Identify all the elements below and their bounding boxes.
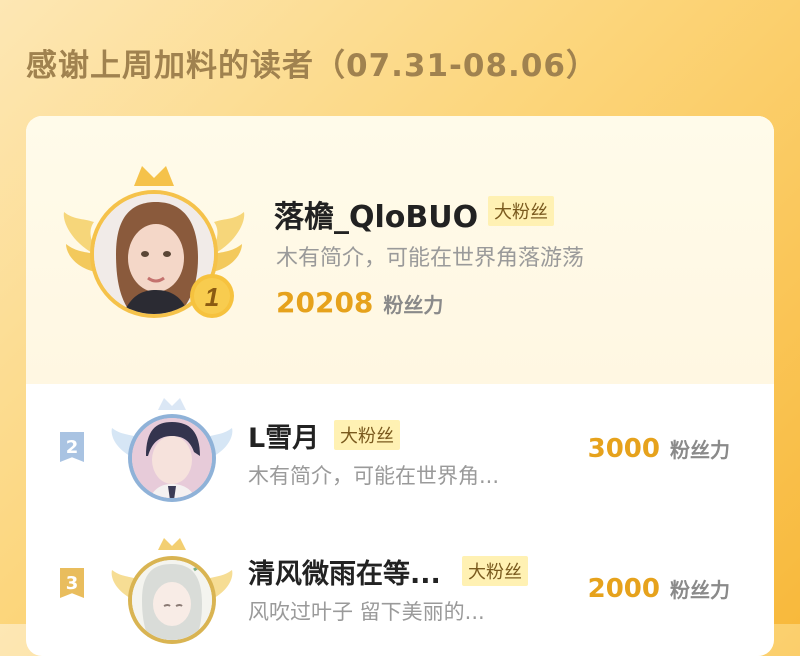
reader-row-2[interactable]: 2 L雪月 大粉丝 木有简介，可能在世界角... 3000 粉丝力 — [26, 386, 774, 516]
reader-2-score-value: 3000 — [587, 434, 660, 464]
reader-1-name[interactable]: 落檐_QloBUO — [274, 192, 478, 236]
reader-3-avatar-group[interactable] — [102, 524, 242, 652]
reader-2-score-unit: 粉丝力 — [670, 438, 730, 462]
winged-crown-frame-icon — [111, 538, 233, 644]
reader-3-score-value: 2000 — [587, 574, 660, 604]
reader-2-name[interactable]: L雪月 — [248, 416, 319, 455]
reader-1-fan-badge: 大粉丝 — [488, 196, 554, 226]
winged-crown-frame-icon: 1 — [63, 166, 245, 318]
reader-3-score: 2000 粉丝力 — [588, 574, 730, 604]
reader-1-score: 20208 粉丝力 — [276, 286, 443, 319]
reader-3-name[interactable]: 清风微雨在等... — [248, 552, 441, 591]
reader-ranking-card: 1 落檐_QloBUO 大粉丝 木有简介，可能在世界角落游荡 20208 粉丝力 … — [26, 116, 774, 656]
reader-3-bio: 风吹过叶子 留下美丽的... — [248, 600, 485, 624]
reader-3-fan-badge: 大粉丝 — [462, 556, 528, 586]
reader-2-fan-badge: 大粉丝 — [334, 420, 400, 450]
reader-1-score-value: 20208 — [276, 286, 374, 319]
reader-3-score-unit: 粉丝力 — [670, 578, 730, 602]
reader-1-score-unit: 粉丝力 — [383, 293, 444, 317]
reader-1-avatar-group[interactable]: 1 — [60, 162, 248, 332]
page-title: 感谢上周加料的读者（07.31-08.06） — [26, 48, 598, 84]
reader-2-avatar-group[interactable] — [102, 396, 242, 506]
reader-row-3[interactable]: 3 清风微雨在等... 大粉丝 风吹过叶子 留下美丽的... 2000 粉丝力 — [26, 522, 774, 652]
reader-1-bio: 木有简介，可能在世界角落游荡 — [276, 246, 585, 271]
winged-frame-icon — [111, 398, 233, 502]
reader-2-bio: 木有简介，可能在世界角... — [248, 464, 500, 488]
top-reader-section[interactable]: 1 落檐_QloBUO 大粉丝 木有简介，可能在世界角落游荡 20208 粉丝力 — [26, 116, 774, 384]
svg-text:1: 1 — [205, 282, 219, 312]
rank-3-badge: 3 — [60, 568, 84, 598]
rank-2-badge: 2 — [60, 432, 84, 462]
reader-2-score: 3000 粉丝力 — [588, 434, 730, 464]
